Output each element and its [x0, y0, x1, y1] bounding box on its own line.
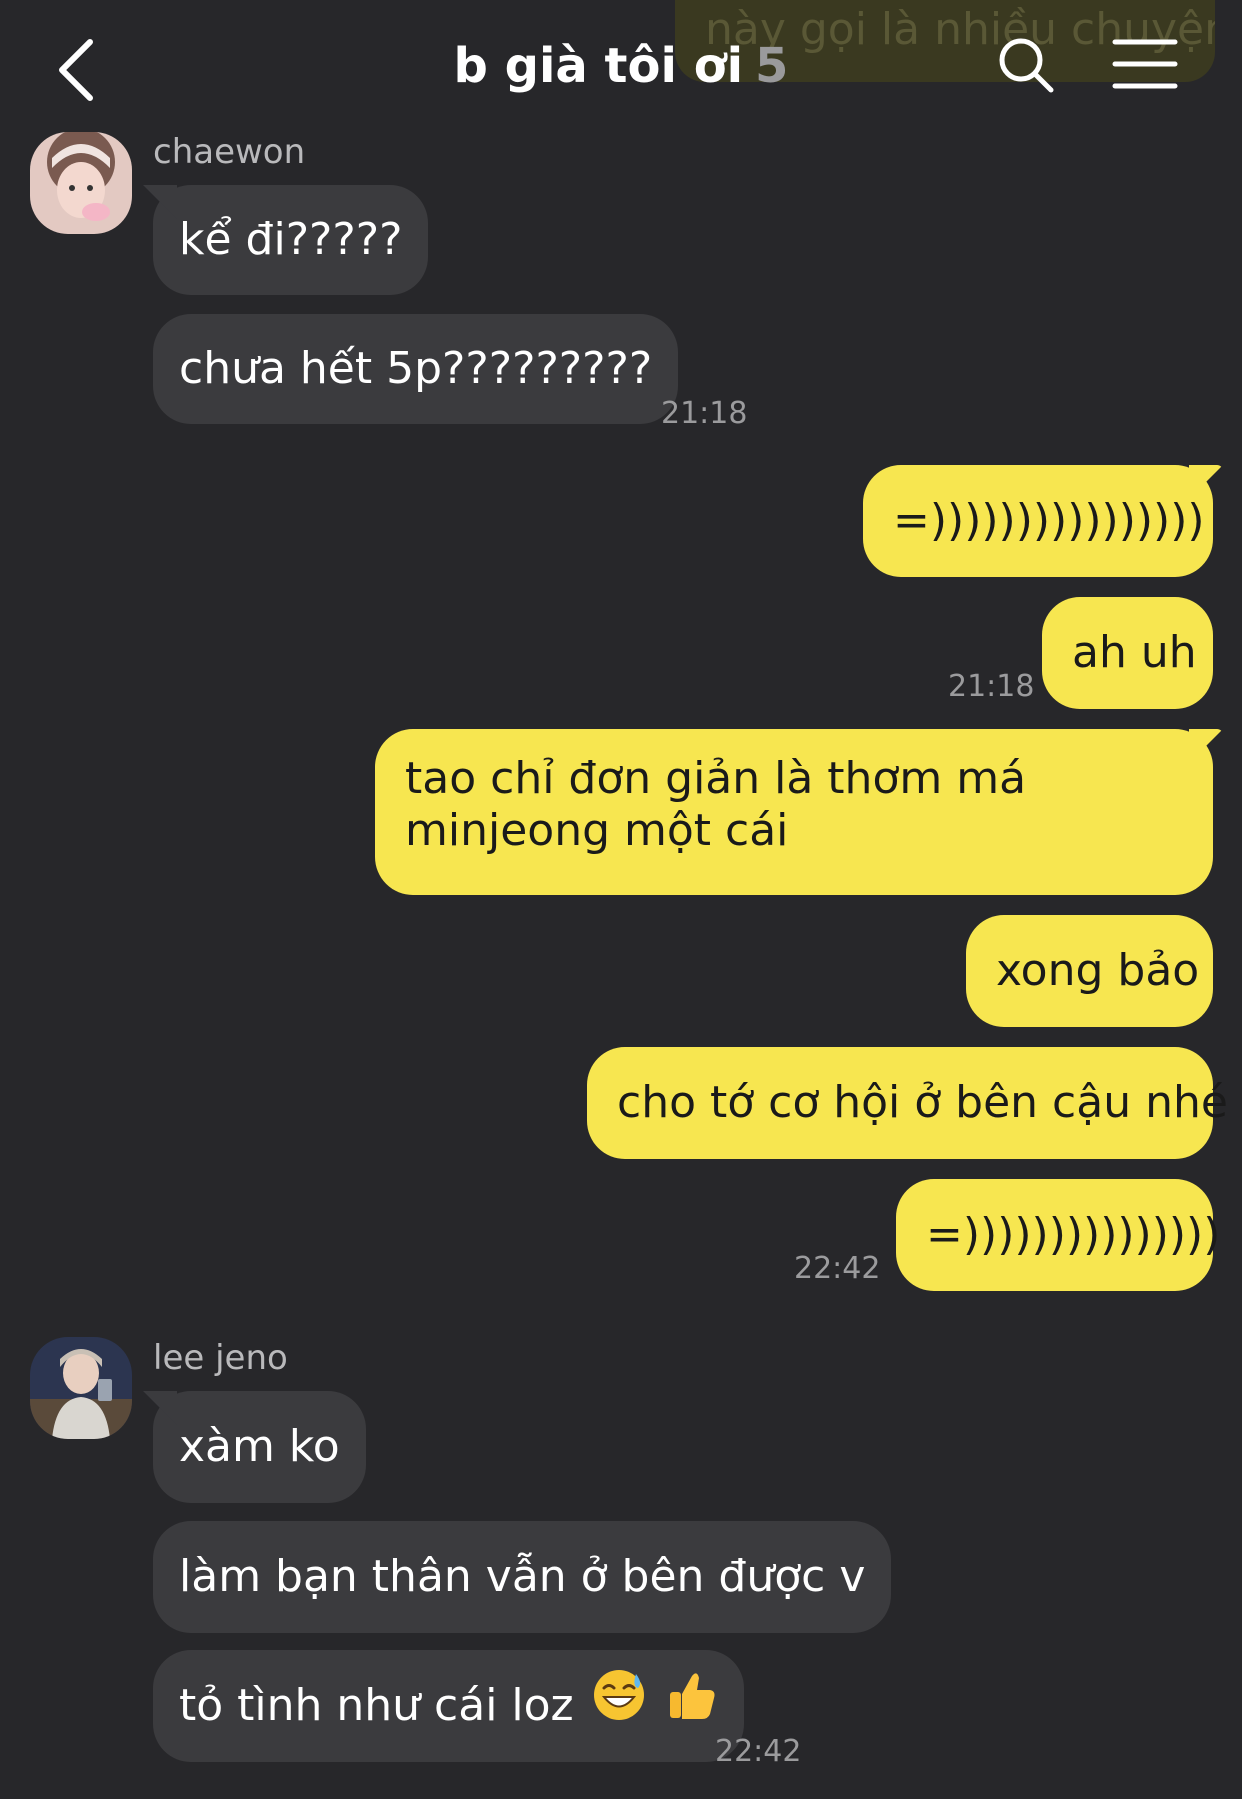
message-bubble[interactable]: =)))))))))))))))) — [863, 465, 1213, 577]
message-text: tỏ tình như cái loz — [179, 1680, 574, 1731]
message-bubble[interactable]: kể đi????? — [153, 185, 429, 295]
message-bubble[interactable]: tỏ tình như cái loz — [153, 1650, 744, 1762]
member-count: 5 — [755, 38, 789, 94]
message-bubble[interactable]: xong bảo — [966, 915, 1213, 1027]
message-time: 22:42 — [715, 1734, 802, 1769]
message-bubble[interactable]: =))))))))))))))) — [896, 1179, 1220, 1291]
message-bubble[interactable]: ah uh — [1042, 597, 1213, 709]
message-time: 21:18 — [661, 396, 748, 431]
chat-title-text: b già tôi ơi — [453, 38, 744, 94]
chat-header: b già tôi ơi 5 — [0, 0, 1242, 130]
message-bubble[interactable]: tao chỉ đơn giản là thơm má minjeong một… — [375, 729, 1213, 895]
sender-name-chaewon: chaewon — [153, 132, 306, 172]
message-bubble[interactable]: xàm ko — [153, 1391, 366, 1503]
message-time: 21:18 — [948, 669, 1035, 704]
search-icon[interactable] — [995, 34, 1057, 96]
sweat-smile-emoji-icon — [592, 1652, 646, 1764]
menu-icon[interactable] — [1112, 36, 1178, 92]
message-bubble[interactable]: chưa hết 5p????????? — [153, 314, 679, 424]
sender-name-lee-jeno: lee jeno — [153, 1338, 288, 1378]
message-bubble[interactable]: làm bạn thân vẫn ở bên được v — [153, 1521, 892, 1633]
avatar-chaewon[interactable] — [30, 132, 132, 234]
message-bubble[interactable]: cho tớ cơ hội ở bên cậu nhé — [587, 1047, 1228, 1159]
thumbs-up-emoji-icon — [664, 1652, 718, 1764]
message-time: 22:42 — [794, 1251, 881, 1286]
avatar-lee-jeno[interactable] — [30, 1337, 132, 1439]
